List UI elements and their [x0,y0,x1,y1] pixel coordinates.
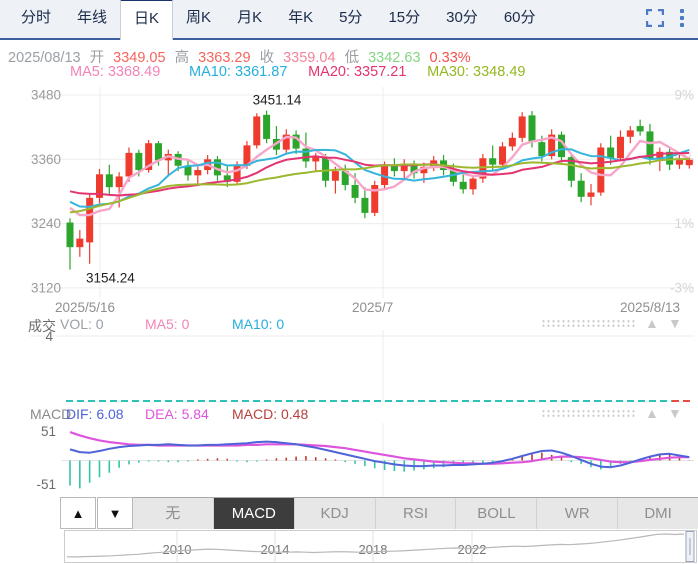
macd-dif: DIF: 6.08 [66,406,124,422]
indicator-tab-BOLL[interactable]: BOLL [456,498,537,529]
period-tab-30分[interactable]: 30分 [433,0,491,38]
x-label-end: 2025/8/13 [620,300,680,315]
period-tab-15分[interactable]: 15分 [375,0,433,38]
macd-drag-handle[interactable] [541,409,636,418]
fullscreen-icon[interactable] [646,9,664,27]
more-options-icon[interactable] [680,9,684,27]
indicator-up-button[interactable]: ▲ [60,497,96,529]
svg-text:51: 51 [41,424,56,439]
svg-text:3451.14: 3451.14 [253,92,302,107]
ma5-legend: MA5: 3368.49 [70,64,185,80]
svg-text:2010: 2010 [163,542,192,557]
svg-text:4: 4 [45,330,53,344]
history-minimap[interactable]: 2010 2014 2018 2022 [64,530,697,563]
macd-dea: DEA: 5.84 [145,406,209,422]
volume-drag-handle[interactable] [541,319,636,328]
period-tab-周K[interactable]: 周K [173,0,224,38]
svg-text:9%: 9% [674,88,694,103]
volume-collapse-icon[interactable]: ▲ [645,315,659,331]
indicator-tab-DMI[interactable]: DMI [618,498,698,529]
svg-text:3154.24: 3154.24 [86,271,135,286]
x-label-middle: 2025/7 [352,300,393,315]
svg-text:3360: 3360 [31,152,61,167]
ma-legend: MA5: 3368.49 MA10: 3361.87 MA20: 3357.21… [70,64,542,80]
svg-text:3120: 3120 [31,280,61,295]
ma10-legend: MA10: 3361.87 [189,64,304,80]
kline-period-tabs: 分时年线日K周K月K年K5分15分30分60分 [0,0,549,38]
period-toolbar: 分时年线日K周K月K年K5分15分30分60分 [0,0,698,40]
indicator-tab-WR[interactable]: WR [537,498,618,529]
period-tab-日K[interactable]: 日K [120,0,173,40]
svg-text:2022: 2022 [458,542,487,557]
period-tab-5分[interactable]: 5分 [326,0,375,38]
svg-text:-3%: -3% [670,280,694,295]
toolbar-icons [646,0,698,38]
indicator-tab-RSI[interactable]: RSI [376,498,457,529]
period-tab-分时[interactable]: 分时 [8,0,64,38]
svg-text:-51: -51 [36,477,56,492]
macd-divider-dashed [66,400,672,402]
period-tab-月K[interactable]: 月K [224,0,275,38]
period-tab-60分[interactable]: 60分 [491,0,549,38]
indicator-tab-无[interactable]: 无 [133,498,214,529]
ma20-legend: MA20: 3357.21 [308,64,423,80]
svg-text:1%: 1% [674,216,694,231]
volume-chart[interactable]: 4 [0,330,698,400]
volume-expand-icon[interactable]: ▼ [668,315,682,331]
svg-text:3240: 3240 [31,216,61,231]
x-label-start: 2025/5/16 [55,300,115,315]
indicator-tab-MACD[interactable]: MACD [214,498,295,529]
svg-text:2014: 2014 [261,542,290,557]
macd-divider-dashed-end [672,400,693,402]
ma30-legend: MA30: 3348.49 [427,64,542,80]
macd-value: MACD: 0.48 [232,406,308,422]
macd-chart[interactable]: 51 -51 [0,423,698,497]
macd-expand-icon[interactable]: ▼ [668,405,682,421]
period-tab-年线[interactable]: 年线 [64,0,120,38]
svg-text:3480: 3480 [31,88,61,103]
period-tab-年K[interactable]: 年K [275,0,326,38]
macd-collapse-icon[interactable]: ▲ [645,405,659,421]
candlestick-chart[interactable]: 34803360324031209%5%1%-3%3451.143154.24 [0,85,698,300]
indicator-tabs: 无MACDKDJRSIBOLLWRDMI [133,497,698,529]
indicator-down-button[interactable]: ▼ [97,497,133,529]
indicator-tab-KDJ[interactable]: KDJ [295,498,376,529]
svg-text:2018: 2018 [359,542,388,557]
